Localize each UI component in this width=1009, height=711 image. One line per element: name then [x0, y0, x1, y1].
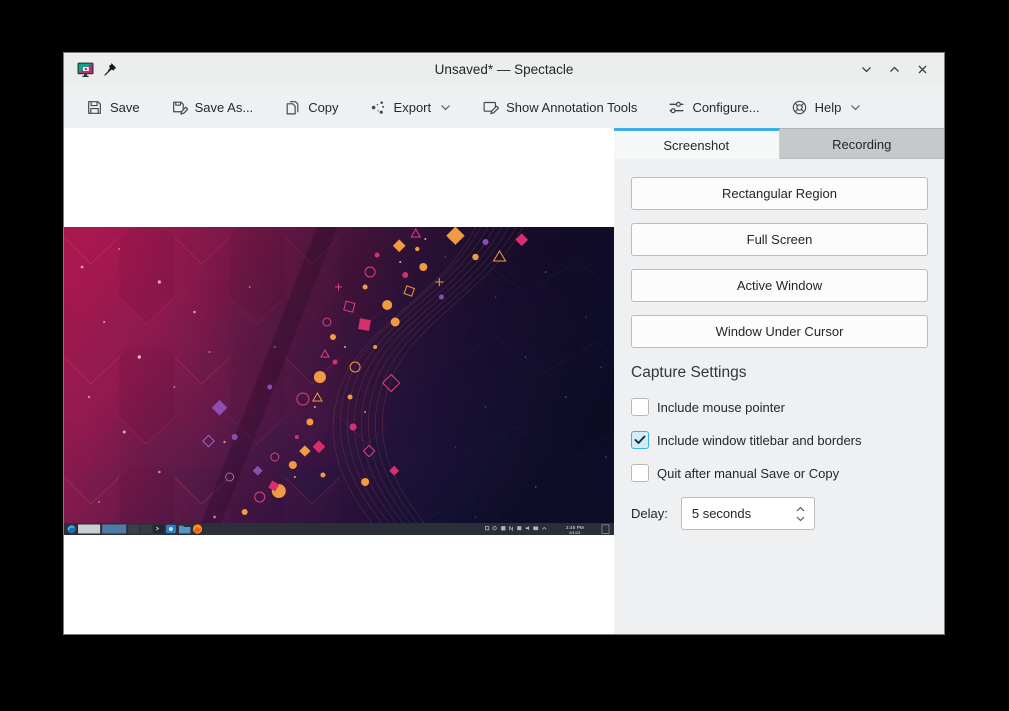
- save-label: Save: [110, 100, 140, 115]
- window-controls: [858, 61, 931, 78]
- quit-after-save-row[interactable]: Quit after manual Save or Copy: [631, 464, 928, 482]
- panel-body: Rectangular Region Full Screen Active Wi…: [614, 159, 944, 530]
- spin-arrows: [796, 506, 805, 522]
- configure-button[interactable]: Configure...: [668, 99, 759, 116]
- side-panel: Screenshot Recording Rectangular Region …: [614, 128, 944, 634]
- include-mouse-pointer-label: Include mouse pointer: [657, 400, 785, 415]
- spectacle-app-icon: [77, 61, 94, 78]
- include-mouse-pointer-row[interactable]: Include mouse pointer: [631, 398, 928, 416]
- check-icon: [634, 435, 646, 445]
- chevron-down-icon[interactable]: [796, 516, 805, 522]
- spectacle-window: Unsaved* — Spectacle Save Sav: [63, 52, 945, 635]
- delay-spinbox[interactable]: 5 seconds: [681, 497, 815, 530]
- close-icon: [916, 63, 929, 76]
- taskbar: 2:45 PM 8/1/23: [64, 523, 614, 535]
- save-button[interactable]: Save: [86, 99, 140, 116]
- minimize-button[interactable]: [858, 61, 875, 78]
- save-icon: [86, 99, 103, 116]
- tab-bar: Screenshot Recording: [614, 128, 944, 159]
- tab-recording-label: Recording: [832, 137, 891, 152]
- include-titlebar-checkbox[interactable]: [631, 431, 649, 449]
- delay-label: Delay:: [631, 506, 668, 521]
- preview-screenshot: 2:45 PM 8/1/23: [64, 227, 614, 535]
- configure-icon: [668, 99, 685, 116]
- quit-after-save-label: Quit after manual Save or Copy: [657, 466, 839, 481]
- annotation-icon: [482, 99, 499, 116]
- toolbar: Save Save As... Copy Export: [64, 86, 944, 128]
- save-as-button[interactable]: Save As...: [171, 99, 254, 116]
- desktop-background: { "window": { "title": "Unsaved* — Spect…: [0, 0, 1009, 711]
- export-label: Export: [394, 100, 432, 115]
- include-titlebar-row[interactable]: Include window titlebar and borders: [631, 431, 928, 449]
- chevron-down-icon: [860, 63, 873, 76]
- copy-button[interactable]: Copy: [284, 99, 338, 116]
- launcher-icon: [67, 525, 76, 534]
- copy-label: Copy: [308, 100, 338, 115]
- maximize-button[interactable]: [886, 61, 903, 78]
- preview-area: 2:45 PM 8/1/23: [64, 128, 614, 634]
- chevron-down-icon: [440, 104, 451, 111]
- show-annotation-tools-button[interactable]: Show Annotation Tools: [482, 99, 637, 116]
- delay-row: Delay: 5 seconds: [631, 497, 928, 530]
- active-window-button[interactable]: Active Window: [631, 269, 928, 302]
- close-button[interactable]: [914, 61, 931, 78]
- save-as-icon: [171, 99, 188, 116]
- pin-icon[interactable]: [103, 62, 118, 77]
- chevron-down-icon: [850, 104, 861, 111]
- help-label: Help: [815, 100, 842, 115]
- copy-icon: [284, 99, 301, 116]
- export-icon: [370, 99, 387, 116]
- wallpaper: 2:45 PM 8/1/23: [64, 227, 614, 535]
- configure-label: Configure...: [692, 100, 759, 115]
- tab-screenshot-label: Screenshot: [663, 138, 729, 153]
- window-title: Unsaved* — Spectacle: [64, 62, 944, 77]
- full-screen-button[interactable]: Full Screen: [631, 223, 928, 256]
- save-as-label: Save As...: [195, 100, 254, 115]
- export-button[interactable]: Export: [370, 99, 452, 116]
- tab-recording[interactable]: Recording: [780, 128, 945, 159]
- include-mouse-pointer-checkbox[interactable]: [631, 398, 649, 416]
- main-content: 2:45 PM 8/1/23 Screenshot Recording: [64, 128, 944, 634]
- help-icon: [791, 99, 808, 116]
- titlebar: Unsaved* — Spectacle: [64, 53, 944, 86]
- capture-settings-heading: Capture Settings: [631, 364, 928, 382]
- include-titlebar-label: Include window titlebar and borders: [657, 433, 862, 448]
- window-under-cursor-button[interactable]: Window Under Cursor: [631, 315, 928, 348]
- delay-value: 5 seconds: [692, 506, 751, 521]
- help-button[interactable]: Help: [791, 99, 862, 116]
- show-annotation-tools-label: Show Annotation Tools: [506, 100, 637, 115]
- clock-date: 8/1/23: [569, 530, 580, 535]
- chevron-up-icon: [888, 63, 901, 76]
- chevron-up-icon[interactable]: [796, 506, 805, 512]
- tab-screenshot[interactable]: Screenshot: [614, 128, 780, 159]
- rectangular-region-button[interactable]: Rectangular Region: [631, 177, 928, 210]
- quit-after-save-checkbox[interactable]: [631, 464, 649, 482]
